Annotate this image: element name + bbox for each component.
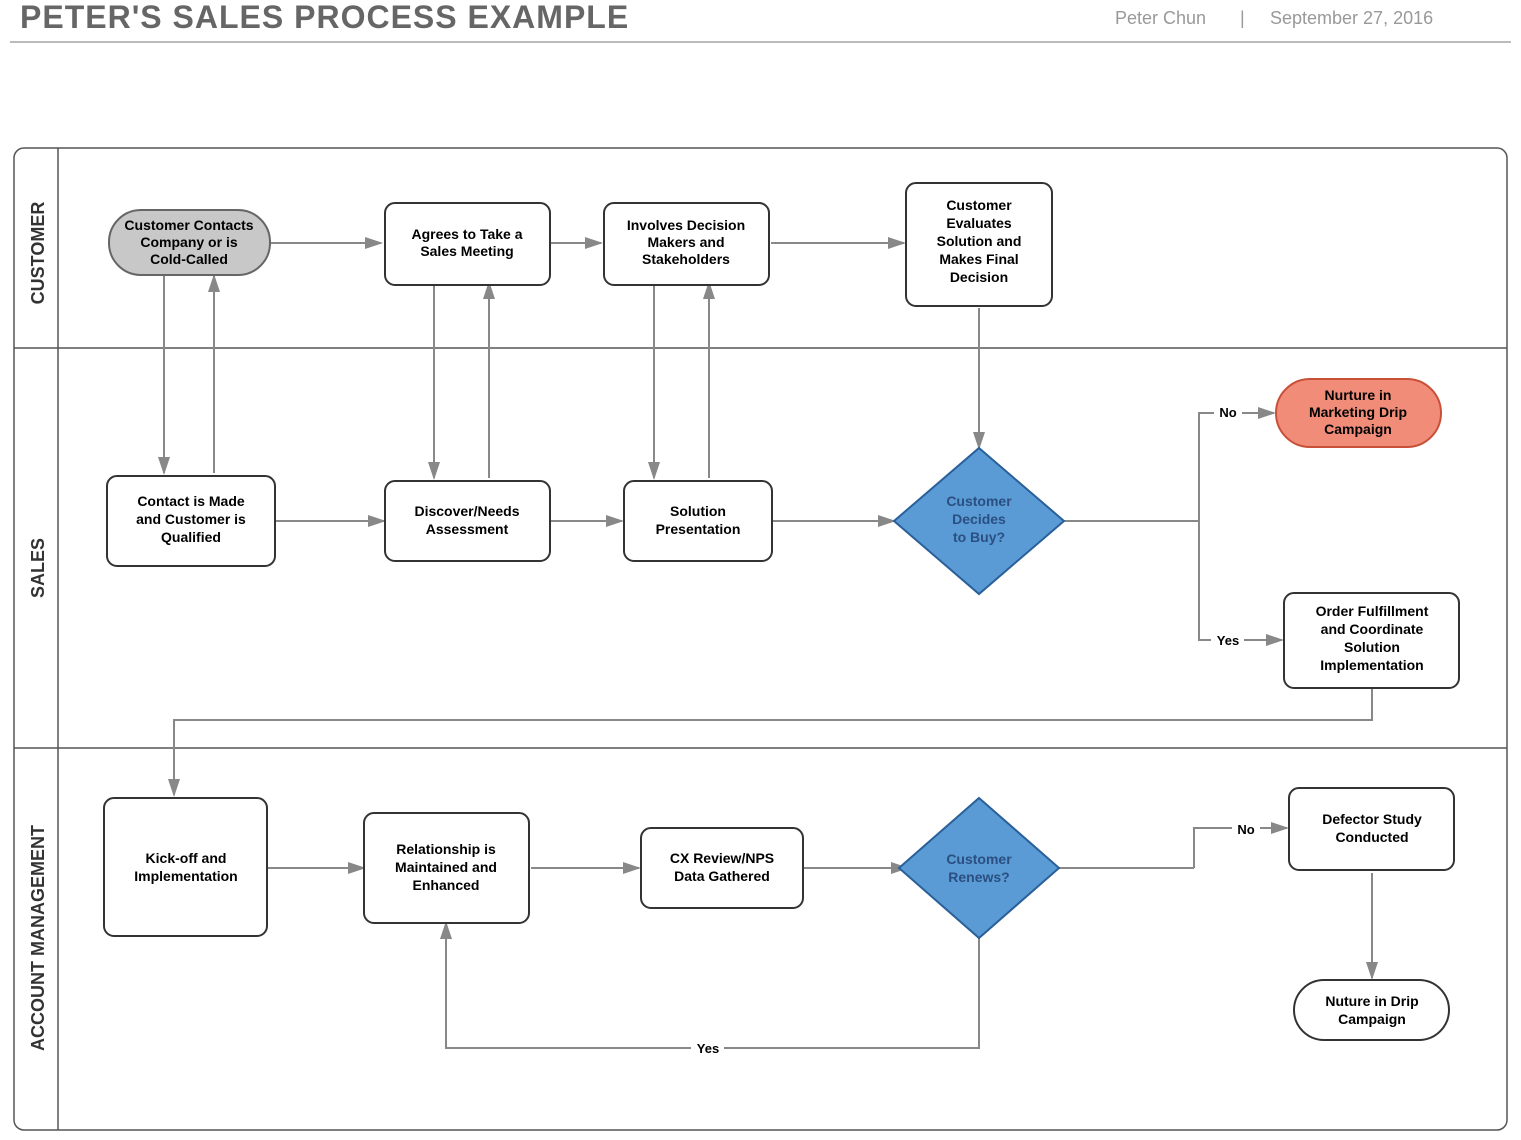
txt: Conducted [1335, 829, 1408, 845]
txt: Presentation [656, 521, 741, 537]
txt: Stakeholders [642, 251, 730, 267]
txt: Campaign [1338, 1011, 1406, 1027]
txt: Decides [952, 511, 1006, 527]
page-title: PETER'S SALES PROCESS EXAMPLE [20, 0, 629, 35]
txt: Evaluates [946, 215, 1012, 231]
txt: Makes Final [939, 251, 1018, 267]
txt: Customer [946, 493, 1012, 509]
arrow-no [1199, 413, 1274, 521]
edge-no: No [1219, 405, 1236, 420]
node-a-renew [899, 798, 1059, 938]
txt: Discover/Needs [414, 503, 519, 519]
txt: Maintained and [395, 859, 497, 875]
txt: Renews? [948, 869, 1009, 885]
lane-sales-label: SALES [28, 538, 48, 598]
lane-customer-label: CUSTOMER [28, 202, 48, 305]
diagram-canvas: PETER'S SALES PROCESS EXAMPLE Peter Chun… [0, 0, 1521, 1140]
txt: Relationship is [396, 841, 496, 857]
txt: Nurture in [1325, 387, 1392, 403]
txt: CX Review/NPS [670, 850, 774, 866]
arrow-yes [1199, 521, 1282, 640]
node-a-kick [104, 798, 267, 936]
edge-no2: No [1237, 822, 1254, 837]
txt: Implementation [1320, 657, 1423, 673]
txt: Defector Study [1322, 811, 1422, 827]
edge-yes: Yes [1217, 633, 1239, 648]
date-label: September 27, 2016 [1270, 8, 1433, 28]
txt: Order Fulfillment [1316, 603, 1429, 619]
author-label: Peter Chun [1115, 8, 1206, 28]
txt: Qualified [161, 529, 221, 545]
txt: Assessment [426, 521, 509, 537]
txt: Marketing Drip [1309, 404, 1407, 420]
txt: Nuture in Drip [1325, 993, 1418, 1009]
txt: Makers and [647, 234, 724, 250]
arrow-yes2 [446, 923, 979, 1048]
txt: Contact is Made [137, 493, 245, 509]
txt: Campaign [1324, 421, 1392, 437]
node-start-l3: Cold-Called [150, 251, 228, 267]
txt: Customer [946, 197, 1012, 213]
txt: Solution and [937, 233, 1022, 249]
node-a-nurt [1294, 980, 1449, 1040]
node-start-l2: Company or is [140, 234, 237, 250]
txt: Solution [1344, 639, 1400, 655]
txt: to Buy? [953, 529, 1005, 545]
txt: and Coordinate [1321, 621, 1424, 637]
txt: Solution [670, 503, 726, 519]
txt: Customer [946, 851, 1012, 867]
edge-yes2: Yes [697, 1041, 719, 1056]
txt: Data Gathered [674, 868, 770, 884]
txt: Sales Meeting [420, 243, 513, 259]
txt: Kick-off and [146, 850, 227, 866]
node-start-l1: Customer Contacts [124, 217, 253, 233]
arrow [174, 688, 1372, 795]
txt: and Customer is [136, 511, 246, 527]
txt: Implementation [134, 868, 237, 884]
txt: Decision [950, 269, 1008, 285]
lane-account-label: ACCOUNT MANAGEMENT [28, 825, 48, 1051]
txt: Agrees to Take a [411, 226, 522, 242]
meta-divider: | [1240, 8, 1245, 28]
txt: Enhanced [413, 877, 480, 893]
txt: Involves Decision [627, 217, 745, 233]
